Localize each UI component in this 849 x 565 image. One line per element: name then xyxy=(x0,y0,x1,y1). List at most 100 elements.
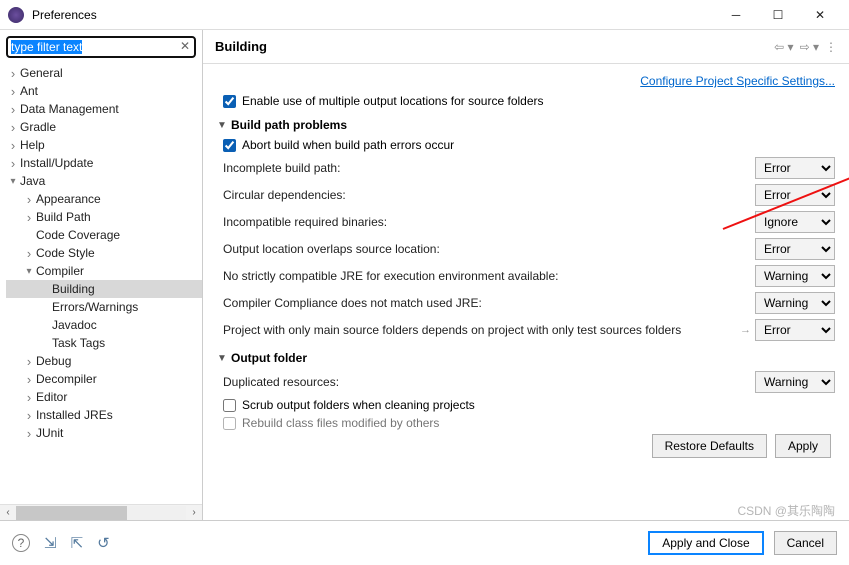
expand-icon[interactable] xyxy=(6,84,20,99)
tree-item-install-update[interactable]: Install/Update xyxy=(6,154,202,172)
close-button[interactable]: ✕ xyxy=(799,1,841,29)
export-icon[interactable]: ⇱ xyxy=(71,534,84,552)
content-area: Configure Project Specific Settings... E… xyxy=(203,64,849,520)
option-label: Output location overlaps source location… xyxy=(223,242,755,256)
tree-label: Installed JREs xyxy=(36,408,113,422)
expand-icon[interactable] xyxy=(6,102,20,117)
tree-item-installed-jres[interactable]: Installed JREs xyxy=(6,406,202,424)
menu-icon[interactable]: ⋮ xyxy=(825,40,837,54)
option-label: No strictly compatible JRE for execution… xyxy=(223,269,755,283)
tree-label: Install/Update xyxy=(20,156,93,170)
option-label: Circular dependencies: xyxy=(223,188,755,202)
app-icon xyxy=(8,7,24,23)
tree-label: Errors/Warnings xyxy=(52,300,138,314)
section-build-path[interactable]: ▼Build path problems xyxy=(217,118,835,132)
import-icon[interactable]: ⇲ xyxy=(44,534,57,552)
severity-select[interactable]: ErrorWarningIgnore xyxy=(755,319,835,341)
expand-icon[interactable] xyxy=(22,390,36,405)
tree-item-editor[interactable]: Editor xyxy=(6,388,202,406)
option-row: Project with only main source folders de… xyxy=(223,319,835,341)
section-output-folder[interactable]: ▼Output folder xyxy=(217,351,835,365)
tree-item-data-management[interactable]: Data Management xyxy=(6,100,202,118)
tree-label: Building xyxy=(52,282,95,296)
tree-label: Help xyxy=(20,138,45,152)
tree-label: Task Tags xyxy=(52,336,105,350)
rebuild-class-checkbox[interactable] xyxy=(223,417,236,430)
expand-icon[interactable] xyxy=(22,210,36,225)
preferences-tree[interactable]: General Ant Data ManagementGradle Help Insta… xyxy=(0,62,202,504)
tree-item-compiler[interactable]: Compiler xyxy=(6,262,202,280)
abort-build-label: Abort build when build path errors occur xyxy=(242,138,454,152)
scrub-output-label: Scrub output folders when cleaning proje… xyxy=(242,398,475,412)
filter-input[interactable] xyxy=(6,36,196,58)
expand-icon[interactable] xyxy=(6,66,20,81)
option-row: Incompatible required binaries:ErrorWarn… xyxy=(223,211,835,233)
tree-item-code-coverage[interactable]: Code Coverage xyxy=(6,226,202,244)
tree-item-javadoc[interactable]: Javadoc xyxy=(6,316,202,334)
tree-item-junit[interactable]: JUnit xyxy=(6,424,202,442)
cancel-button[interactable]: Cancel xyxy=(774,531,837,555)
tree-item-gradle[interactable]: Gradle xyxy=(6,118,202,136)
tree-item-decompiler[interactable]: Decompiler xyxy=(6,370,202,388)
tree-label: Java xyxy=(20,174,45,188)
forward-icon[interactable]: ⇨ ▾ xyxy=(800,40,819,54)
tree-item-code-style[interactable]: Code Style xyxy=(6,244,202,262)
tree-item-debug[interactable]: Debug xyxy=(6,352,202,370)
window-title: Preferences xyxy=(32,8,715,22)
clear-filter-icon[interactable]: ✕ xyxy=(180,39,190,53)
goto-icon[interactable]: → xyxy=(740,324,751,336)
tree-item-ant[interactable]: Ant xyxy=(6,82,202,100)
severity-select[interactable]: ErrorWarningIgnore xyxy=(755,265,835,287)
scrub-output-checkbox[interactable] xyxy=(223,399,236,412)
option-row: Incomplete build path:ErrorWarningIgnore xyxy=(223,157,835,179)
tree-item-java[interactable]: Java xyxy=(6,172,202,190)
apply-button[interactable]: Apply xyxy=(775,434,831,458)
expand-icon[interactable] xyxy=(22,408,36,423)
horizontal-scrollbar[interactable]: ‹› xyxy=(0,504,202,520)
severity-select[interactable]: ErrorWarningIgnore xyxy=(755,211,835,233)
restore-defaults-button[interactable]: Restore Defaults xyxy=(652,434,767,458)
sidebar: ✕ General Ant Data ManagementGradle Help Ins… xyxy=(0,30,203,520)
expand-icon[interactable] xyxy=(6,120,20,135)
tree-item-general[interactable]: General xyxy=(6,64,202,82)
back-icon[interactable]: ⇦ ▾ xyxy=(774,40,793,54)
expand-icon[interactable] xyxy=(22,372,36,387)
project-specific-link[interactable]: Configure Project Specific Settings... xyxy=(640,74,835,88)
option-label: Project with only main source folders de… xyxy=(223,323,736,337)
expand-icon[interactable] xyxy=(22,266,36,277)
severity-select[interactable]: ErrorWarningIgnore xyxy=(755,184,835,206)
minimize-button[interactable]: ─ xyxy=(715,1,757,29)
tree-item-building[interactable]: Building xyxy=(6,280,202,298)
tree-label: Code Style xyxy=(36,246,95,260)
enable-multi-output-checkbox[interactable] xyxy=(223,95,236,108)
tree-item-build-path[interactable]: Build Path xyxy=(6,208,202,226)
tree-item-help[interactable]: Help xyxy=(6,136,202,154)
apply-and-close-button[interactable]: Apply and Close xyxy=(648,531,763,555)
abort-build-checkbox[interactable] xyxy=(223,139,236,152)
page-title: Building xyxy=(215,39,768,54)
tree-label: Ant xyxy=(20,84,38,98)
tree-item-appearance[interactable]: Appearance xyxy=(6,190,202,208)
expand-icon[interactable] xyxy=(22,426,36,441)
maximize-button[interactable]: ☐ xyxy=(757,1,799,29)
severity-select[interactable]: ErrorWarningIgnore xyxy=(755,157,835,179)
expand-icon[interactable] xyxy=(6,138,20,153)
expand-icon[interactable] xyxy=(22,354,36,369)
rebuild-class-label: Rebuild class files modified by others xyxy=(242,416,439,430)
expand-icon[interactable] xyxy=(22,192,36,207)
tree-label: JUnit xyxy=(36,426,63,440)
help-icon[interactable]: ? xyxy=(12,534,30,552)
tree-label: Compiler xyxy=(36,264,84,278)
option-label: Duplicated resources: xyxy=(223,375,755,389)
tree-item-errors-warnings[interactable]: Errors/Warnings xyxy=(6,298,202,316)
expand-icon[interactable] xyxy=(6,156,20,171)
tree-label: General xyxy=(20,66,63,80)
history-icon[interactable]: ↺ xyxy=(97,534,110,552)
expand-icon[interactable] xyxy=(22,246,36,261)
severity-select[interactable]: ErrorWarningIgnore xyxy=(755,292,835,314)
severity-select[interactable]: ErrorWarningIgnore xyxy=(755,238,835,260)
tree-label: Appearance xyxy=(36,192,101,206)
tree-item-task-tags[interactable]: Task Tags xyxy=(6,334,202,352)
expand-icon[interactable] xyxy=(6,176,20,187)
severity-select[interactable]: ErrorWarningIgnore xyxy=(755,371,835,393)
